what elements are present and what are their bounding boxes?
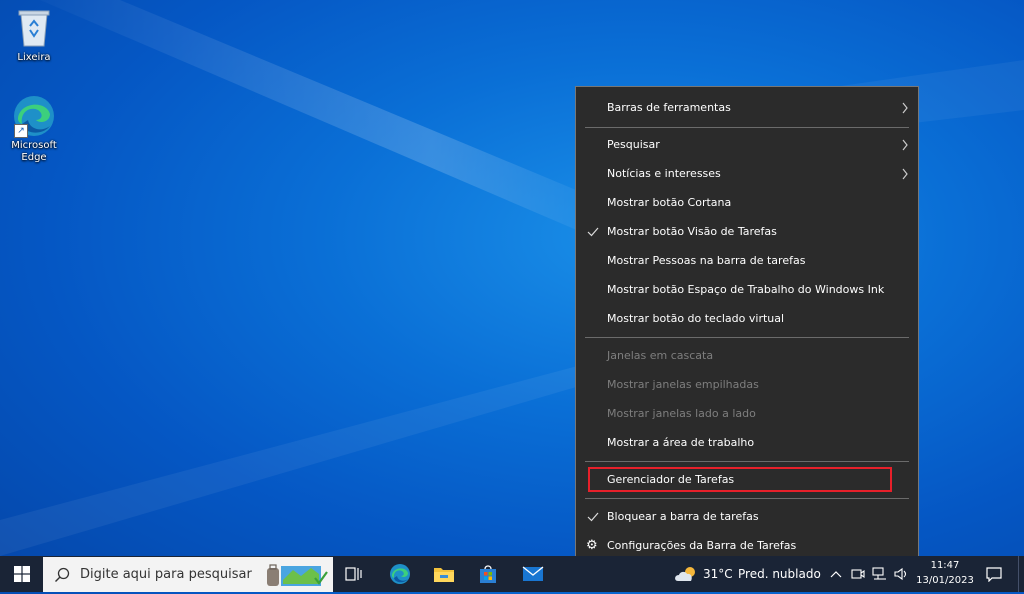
menu-separator <box>585 498 909 499</box>
checkmark-icon <box>587 227 599 237</box>
recycle-bin-icon <box>12 6 56 50</box>
menu-item-label: Mostrar Pessoas na barra de tarefas <box>607 254 806 267</box>
menu-item-lock-taskbar[interactable]: Bloquear a barra de tarefas <box>576 504 918 530</box>
desktop-icon-label: Microsoft Edge <box>11 140 57 163</box>
menu-item-label: Mostrar botão Cortana <box>607 196 732 209</box>
menu-item-label: Mostrar botão Visão de Tarefas <box>607 225 777 238</box>
show-desktop-button[interactable] <box>1018 556 1024 592</box>
weather-cloudy-icon <box>675 567 695 581</box>
menu-item-show-touch-keyboard[interactable]: Mostrar botão do teclado virtual <box>576 306 918 332</box>
menu-item-show-people[interactable]: Mostrar Pessoas na barra de tarefas <box>576 248 918 274</box>
edge-icon <box>390 564 410 584</box>
menu-item-news-interests[interactable]: Notícias e interesses <box>576 161 918 187</box>
volume-icon[interactable] <box>893 567 909 581</box>
chevron-right-icon <box>902 102 908 114</box>
chevron-right-icon <box>902 139 908 151</box>
weather-temperature[interactable]: 31°C <box>703 567 733 581</box>
taskbar: Digite aqui para pesquisar 31°C Pred. nu… <box>0 556 1024 592</box>
menu-item-label: Mostrar botão do teclado virtual <box>607 312 785 325</box>
taskbar-context-menu: Barras de ferramentas Pesquisar Notícias… <box>575 86 919 568</box>
mail-icon <box>522 566 544 581</box>
desktop-icon-label: Lixeira <box>17 52 51 63</box>
menu-item-stacked-windows: Mostrar janelas empilhadas <box>576 372 918 398</box>
checkmark-icon <box>587 512 599 522</box>
file-explorer-icon <box>434 568 454 582</box>
clock[interactable]: 11:47 13/01/2023 <box>914 558 976 590</box>
menu-item-label: Mostrar botão Espaço de Trabalho do Wind… <box>607 283 885 296</box>
menu-item-toolbars[interactable]: Barras de ferramentas <box>576 95 918 121</box>
menu-item-show-task-view[interactable]: Mostrar botão Visão de Tarefas <box>576 219 918 245</box>
menu-separator <box>585 461 909 462</box>
menu-item-show-cortana[interactable]: Mostrar botão Cortana <box>576 190 918 216</box>
search-highlight-icon <box>265 560 329 590</box>
chevron-up-icon[interactable] <box>830 569 842 579</box>
menu-separator <box>585 127 909 128</box>
menu-item-show-windows-ink[interactable]: Mostrar botão Espaço de Trabalho do Wind… <box>576 277 918 303</box>
menu-item-label: Mostrar janelas empilhadas <box>607 378 759 391</box>
weather-condition[interactable]: Pred. nublado <box>738 567 821 581</box>
clock-time: 11:47 <box>930 560 960 571</box>
meet-now-icon[interactable] <box>851 568 865 580</box>
clock-date: 13/01/2023 <box>916 575 974 586</box>
menu-item-label: Configurações da Barra de Tarefas <box>607 539 797 552</box>
highlight-box <box>588 467 892 492</box>
start-button[interactable] <box>0 556 43 592</box>
network-icon[interactable] <box>872 567 888 581</box>
menu-item-cascade-windows: Janelas em cascata <box>576 343 918 369</box>
search-box[interactable]: Digite aqui para pesquisar <box>43 557 333 592</box>
taskbar-store-button[interactable] <box>469 556 507 592</box>
windows-logo-icon <box>13 566 30 582</box>
taskbar-file-explorer-button[interactable] <box>425 556 463 592</box>
chevron-right-icon <box>902 168 908 180</box>
menu-item-label: Janelas em cascata <box>607 349 714 362</box>
search-icon <box>55 567 70 582</box>
menu-item-label: Mostrar janelas lado a lado <box>607 407 756 420</box>
menu-item-label: Pesquisar <box>607 138 660 151</box>
task-view-button[interactable] <box>336 556 372 592</box>
menu-separator <box>585 337 909 338</box>
desktop-icon-edge[interactable]: ↗ Microsoft Edge <box>4 94 64 164</box>
menu-item-label: Barras de ferramentas <box>607 101 731 114</box>
search-placeholder: Digite aqui para pesquisar <box>80 567 252 582</box>
shortcut-arrow-icon: ↗ <box>14 124 28 138</box>
menu-item-side-by-side-windows: Mostrar janelas lado a lado <box>576 401 918 427</box>
taskbar-edge-button[interactable] <box>381 556 419 592</box>
edge-icon: ↗ <box>12 94 56 138</box>
menu-item-show-desktop[interactable]: Mostrar a área de trabalho <box>576 430 918 456</box>
store-icon <box>480 565 496 583</box>
notification-icon[interactable] <box>986 566 1002 582</box>
menu-item-label: Mostrar a área de trabalho <box>607 436 755 449</box>
taskbar-mail-button[interactable] <box>514 556 552 592</box>
menu-item-label: Bloquear a barra de tarefas <box>607 510 759 523</box>
menu-item-label: Notícias e interesses <box>607 167 721 180</box>
desktop-icon-recycle-bin[interactable]: Lixeira <box>4 6 64 64</box>
task-view-icon <box>345 567 362 581</box>
menu-item-search[interactable]: Pesquisar <box>576 132 918 158</box>
